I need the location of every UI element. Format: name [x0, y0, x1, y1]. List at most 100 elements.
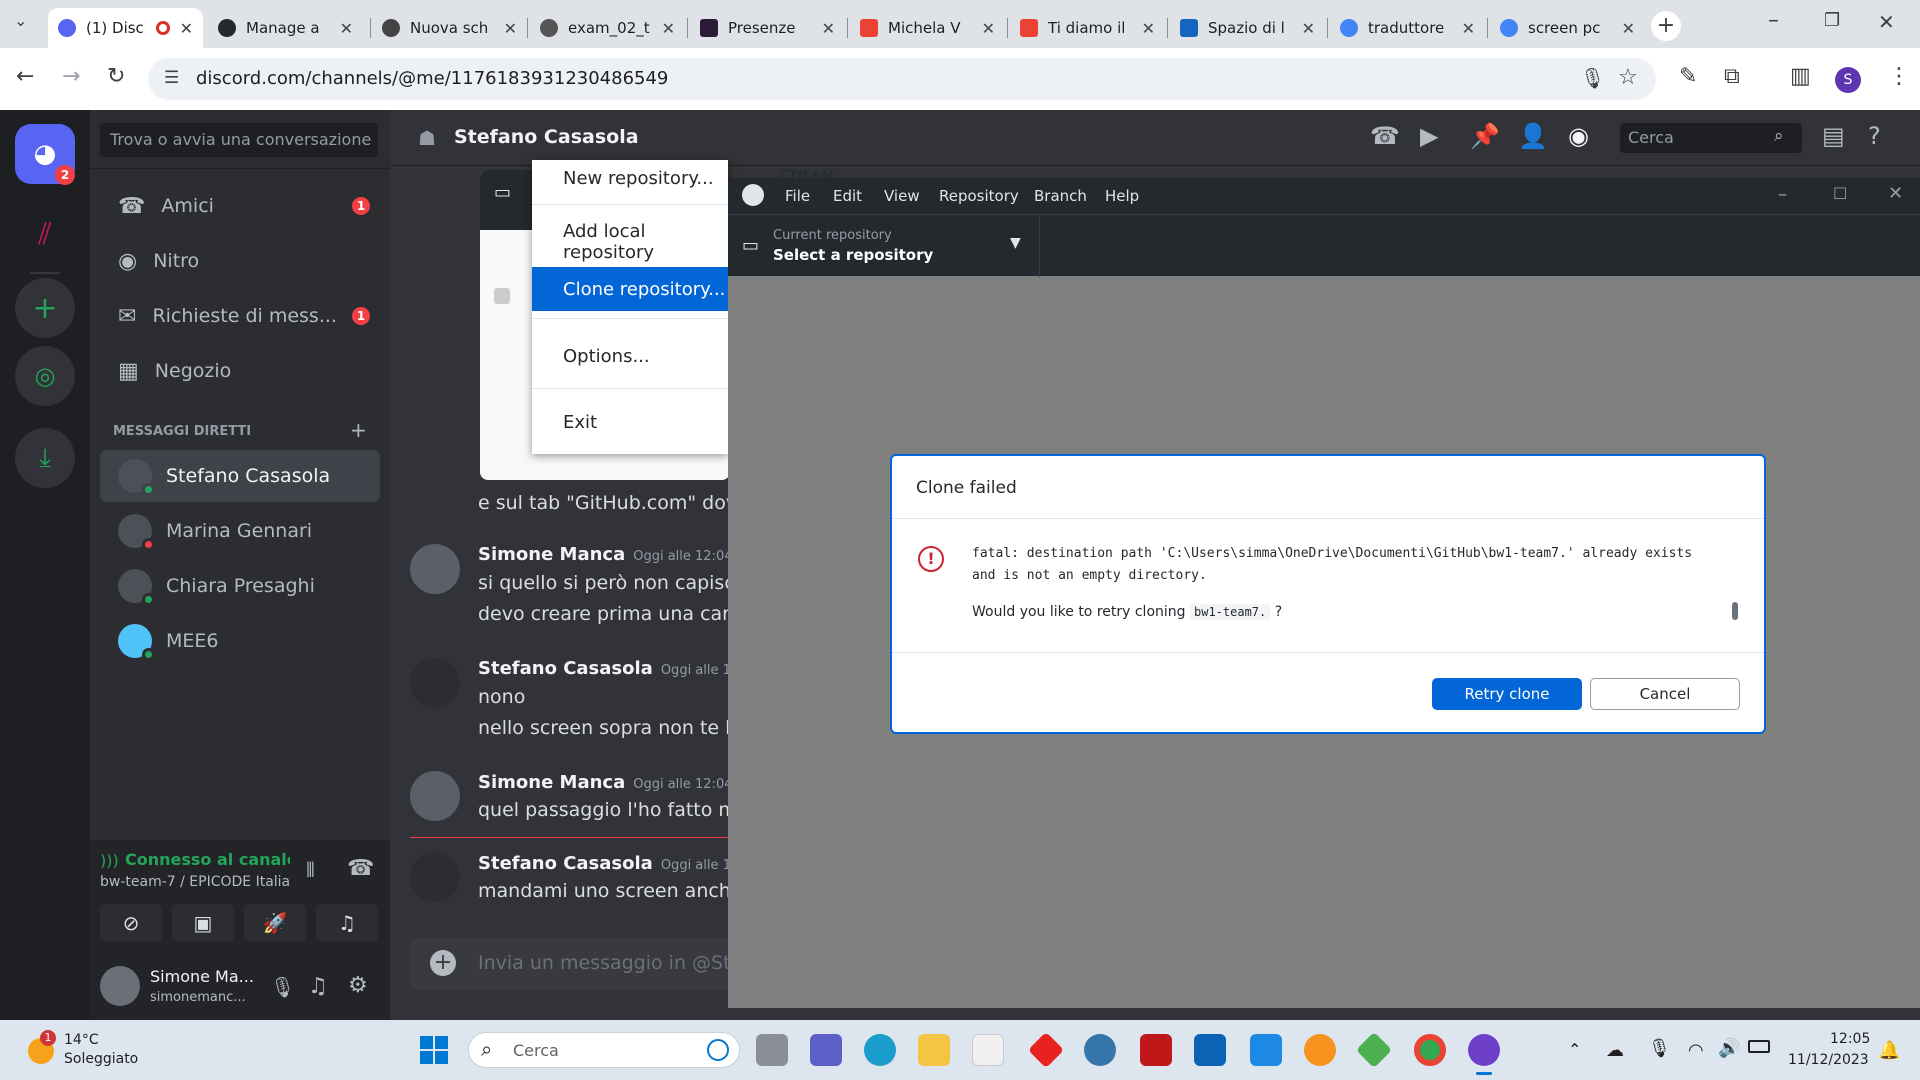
pen-extension-icon[interactable]: ✎ [1679, 66, 1697, 88]
tab-gmail-2[interactable]: Ti diamo il ✕ [1010, 8, 1165, 48]
weather-widget[interactable]: 1 14°C Soleggiato [24, 1030, 174, 1070]
message-author[interactable]: Stefano Casasola [478, 853, 653, 874]
nav-amici[interactable]: ☎ Amici 1 [100, 181, 380, 231]
menu-help[interactable]: Help [1105, 187, 1139, 205]
current-repository-selector[interactable]: ▭ Current repository Select a repository… [728, 215, 1040, 277]
tab-exam[interactable]: exam_02_t ✕ [530, 8, 685, 48]
tab-traduttore[interactable]: traduttore ✕ [1330, 8, 1485, 48]
show-hidden-icons[interactable]: ⌃ [1568, 1040, 1581, 1059]
close-window-icon[interactable]: ✕ [1888, 183, 1903, 204]
mcafee-icon[interactable] [1140, 1034, 1172, 1066]
voice-call-icon[interactable]: ☎ [1370, 122, 1400, 150]
forward-icon[interactable]: → [62, 66, 80, 88]
close-tab-icon[interactable]: ✕ [1302, 19, 1315, 38]
menu-repository[interactable]: Repository [939, 187, 1019, 205]
soundboard-button[interactable]: ♫ [316, 904, 378, 942]
create-dm-icon[interactable]: + [350, 418, 367, 442]
cancel-button[interactable]: Cancel [1590, 678, 1740, 710]
start-windows-icon[interactable] [420, 1036, 448, 1064]
server-epicode-icon[interactable]: ⫽ [15, 204, 75, 264]
tab-gmail-1[interactable]: Michela V ✕ [850, 8, 1005, 48]
message-author[interactable]: Stefano Casasola [478, 658, 653, 679]
noise-suppression-icon[interactable]: ⦀ [306, 858, 315, 882]
close-tab-icon[interactable]: ✕ [1622, 19, 1635, 38]
help-icon[interactable]: ? [1868, 122, 1881, 150]
menu-options[interactable]: Options... [532, 334, 728, 378]
volume-icon[interactable]: 🔊 [1718, 1038, 1740, 1059]
menu-edit[interactable]: Edit [833, 187, 862, 205]
user-profile-icon[interactable]: ◉ [1568, 122, 1589, 150]
notifications-bell-icon[interactable]: 🔔 [1878, 1040, 1900, 1061]
menu-clone-repository[interactable]: Clone repository... [532, 267, 728, 311]
clock-time[interactable]: 12:05 [1830, 1031, 1870, 1047]
dialog-scrollbar[interactable] [1732, 602, 1738, 620]
battery-icon[interactable] [1748, 1040, 1770, 1053]
tab-presenze[interactable]: Presenze ✕ [690, 8, 845, 48]
bookmark-star-icon[interactable]: ☆ [1618, 65, 1638, 90]
microphone-tray-icon[interactable]: 🎙 [1648, 1038, 1671, 1059]
restore-icon[interactable]: ❐ [1824, 12, 1840, 30]
close-tab-icon[interactable]: ✕ [504, 19, 517, 38]
side-panel-icon[interactable]: ▥ [1790, 66, 1811, 88]
download-apps-icon[interactable]: ⤓ [15, 428, 75, 488]
microphone-icon[interactable]: 🎙 [270, 975, 295, 999]
menu-new-repository[interactable]: New repository... [532, 156, 728, 200]
file-explorer-icon[interactable] [918, 1034, 950, 1066]
explore-servers-icon[interactable]: ◎ [15, 346, 75, 406]
menu-add-local-repository[interactable]: Add local repository [532, 220, 728, 264]
avatar[interactable] [410, 544, 460, 594]
menu-exit[interactable]: Exit [532, 400, 728, 444]
nav-nitro[interactable]: ◉ Nitro [100, 236, 380, 286]
retry-clone-button[interactable]: Retry clone [1432, 678, 1582, 710]
avatar[interactable] [410, 771, 460, 821]
avatar[interactable] [410, 658, 460, 708]
tab-screen[interactable]: screen pc ✕ [1490, 8, 1645, 48]
nav-negozio[interactable]: ▦ Negozio [100, 346, 380, 396]
close-tab-icon[interactable]: ✕ [982, 19, 995, 38]
add-friends-icon[interactable]: 👤 [1518, 122, 1548, 150]
minimize-icon[interactable]: – [1768, 10, 1779, 32]
disconnect-icon[interactable]: ☎ [347, 856, 374, 881]
ms-store-icon[interactable] [972, 1034, 1004, 1066]
vscode-icon[interactable] [1250, 1034, 1282, 1066]
dm-chiara[interactable]: Chiara Presaghi [100, 560, 380, 612]
avatar[interactable] [410, 852, 460, 902]
menu-dots-icon[interactable]: ⋮ [1888, 66, 1910, 88]
tab-discord[interactable]: (1) Disc ✕ [48, 8, 203, 48]
close-tab-icon[interactable]: ✕ [662, 19, 675, 38]
profile-avatar[interactable]: S [1835, 67, 1861, 93]
close-tab-icon[interactable]: ✕ [1462, 19, 1475, 38]
taskbar-search[interactable]: ⌕ Cerca [468, 1032, 740, 1068]
user-name[interactable]: Simone Ma... [150, 967, 254, 986]
dm-stefano[interactable]: Stefano Casasola [100, 450, 380, 502]
back-icon[interactable]: ← [16, 66, 34, 88]
python-icon[interactable] [1084, 1034, 1116, 1066]
message-author[interactable]: Simone Manca [478, 544, 625, 565]
conversation-search[interactable]: Trova o avvia una conversazione [100, 123, 378, 157]
close-tab-icon[interactable]: ✕ [1142, 19, 1155, 38]
firefox-dev-icon[interactable] [1304, 1034, 1336, 1066]
reload-icon[interactable]: ↻ [107, 66, 125, 88]
message-composer[interactable]: + Invia un messaggio in @Stefa [410, 938, 761, 990]
tab-github[interactable]: Manage a ✕ [208, 8, 363, 48]
tab-search-button[interactable]: ⌄ [14, 13, 27, 29]
voice-channel[interactable]: bw-team-7 / EPICODE Italia [100, 874, 290, 890]
new-tab-button[interactable]: + [1651, 11, 1681, 41]
activity-button[interactable]: 🚀 [244, 904, 306, 942]
nav-message-requests[interactable]: ✉ Richieste di mess... 1 [100, 291, 380, 341]
chrome-icon[interactable] [1414, 1034, 1446, 1066]
azure-icon[interactable] [1194, 1034, 1226, 1066]
menu-branch[interactable]: Branch [1034, 187, 1087, 205]
add-server-icon[interactable]: + [15, 278, 75, 338]
tab-spazio[interactable]: Spazio di l ✕ [1170, 8, 1325, 48]
menu-file[interactable]: File [785, 187, 810, 205]
close-tab-icon[interactable]: ✕ [822, 19, 835, 38]
address-bar[interactable]: ☰ discord.com/channels/@me/1176183931230… [148, 58, 1656, 100]
site-info-icon[interactable]: ☰ [164, 68, 179, 88]
screen-share-button[interactable]: ▣ [172, 904, 234, 942]
user-avatar[interactable] [100, 966, 140, 1006]
headset-icon[interactable]: ♫ [308, 974, 328, 999]
microphone-icon[interactable]: 🎙 [1580, 66, 1605, 90]
pinned-messages-icon[interactable]: 📌 [1470, 122, 1500, 150]
dm-mee6[interactable]: MEE6 [100, 615, 380, 667]
